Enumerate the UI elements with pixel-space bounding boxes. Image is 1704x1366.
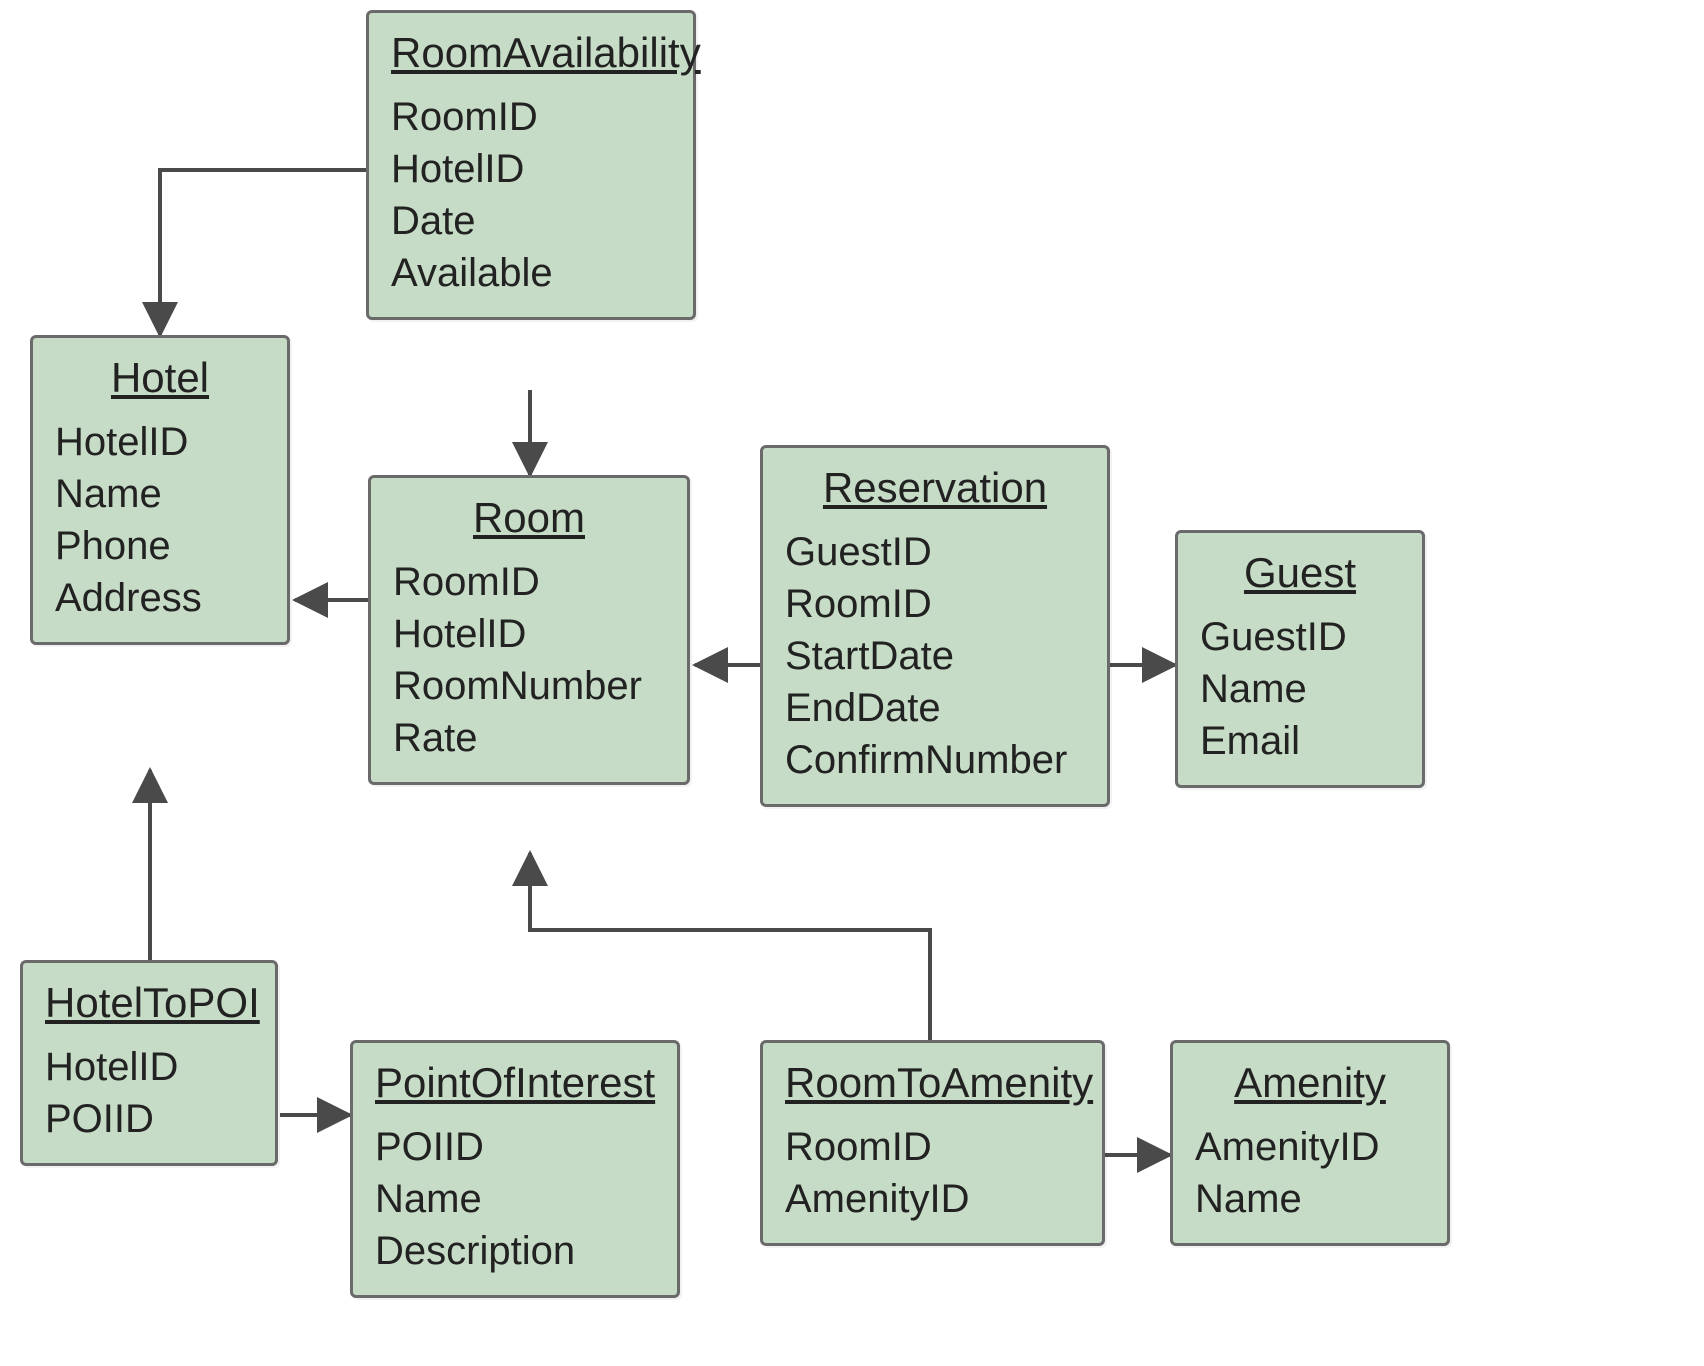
entity-hotel: Hotel HotelID Name Phone Address [30, 335, 290, 645]
entity-attr: POIID [45, 1093, 253, 1145]
entity-point-of-interest: PointOfInterest POIID Name Description [350, 1040, 680, 1298]
entity-attr: Name [1200, 663, 1400, 715]
entity-attr: Rate [393, 712, 665, 764]
entity-attr: Name [55, 468, 265, 520]
entity-attr: Name [375, 1173, 655, 1225]
entity-title: Guest [1200, 549, 1400, 597]
entity-room: Room RoomID HotelID RoomNumber Rate [368, 475, 690, 785]
entity-guest: Guest GuestID Name Email [1175, 530, 1425, 788]
entity-title: RoomAvailability [391, 29, 671, 77]
entity-attr: RoomNumber [393, 660, 665, 712]
entity-attr: EndDate [785, 682, 1085, 734]
entity-attr: Email [1200, 715, 1400, 767]
entity-attr: Description [375, 1225, 655, 1277]
entity-room-availability: RoomAvailability RoomID HotelID Date Ava… [366, 10, 696, 320]
entity-attr: RoomID [393, 556, 665, 608]
entity-reservation: Reservation GuestID RoomID StartDate End… [760, 445, 1110, 807]
entity-attr: GuestID [785, 526, 1085, 578]
entity-attr: HotelID [393, 608, 665, 660]
entity-attr: POIID [375, 1121, 655, 1173]
entity-attr: Available [391, 247, 671, 299]
entity-attr: HotelID [45, 1041, 253, 1093]
entity-attr: Address [55, 572, 265, 624]
entity-title: Amenity [1195, 1059, 1425, 1107]
entity-attr: GuestID [1200, 611, 1400, 663]
entity-attr: ConfirmNumber [785, 734, 1085, 786]
entity-attr: HotelID [391, 143, 671, 195]
entity-hotel-to-poi: HotelToPOI HotelID POIID [20, 960, 278, 1166]
entity-room-to-amenity: RoomToAmenity RoomID AmenityID [760, 1040, 1105, 1246]
entity-title: RoomToAmenity [785, 1059, 1080, 1107]
entity-title: Reservation [785, 464, 1085, 512]
entity-attr: Name [1195, 1173, 1425, 1225]
entity-attr: Date [391, 195, 671, 247]
entity-attr: RoomID [391, 91, 671, 143]
entity-attr: AmenityID [1195, 1121, 1425, 1173]
entity-title: PointOfInterest [375, 1059, 655, 1107]
entity-title: Hotel [55, 354, 265, 402]
entity-title: Room [393, 494, 665, 542]
entity-attr: RoomID [785, 1121, 1080, 1173]
entity-amenity: Amenity AmenityID Name [1170, 1040, 1450, 1246]
entity-attr: RoomID [785, 578, 1085, 630]
entity-title: HotelToPOI [45, 979, 253, 1027]
entity-attr: HotelID [55, 416, 265, 468]
entity-attr: Phone [55, 520, 265, 572]
entity-attr: AmenityID [785, 1173, 1080, 1225]
entity-attr: StartDate [785, 630, 1085, 682]
